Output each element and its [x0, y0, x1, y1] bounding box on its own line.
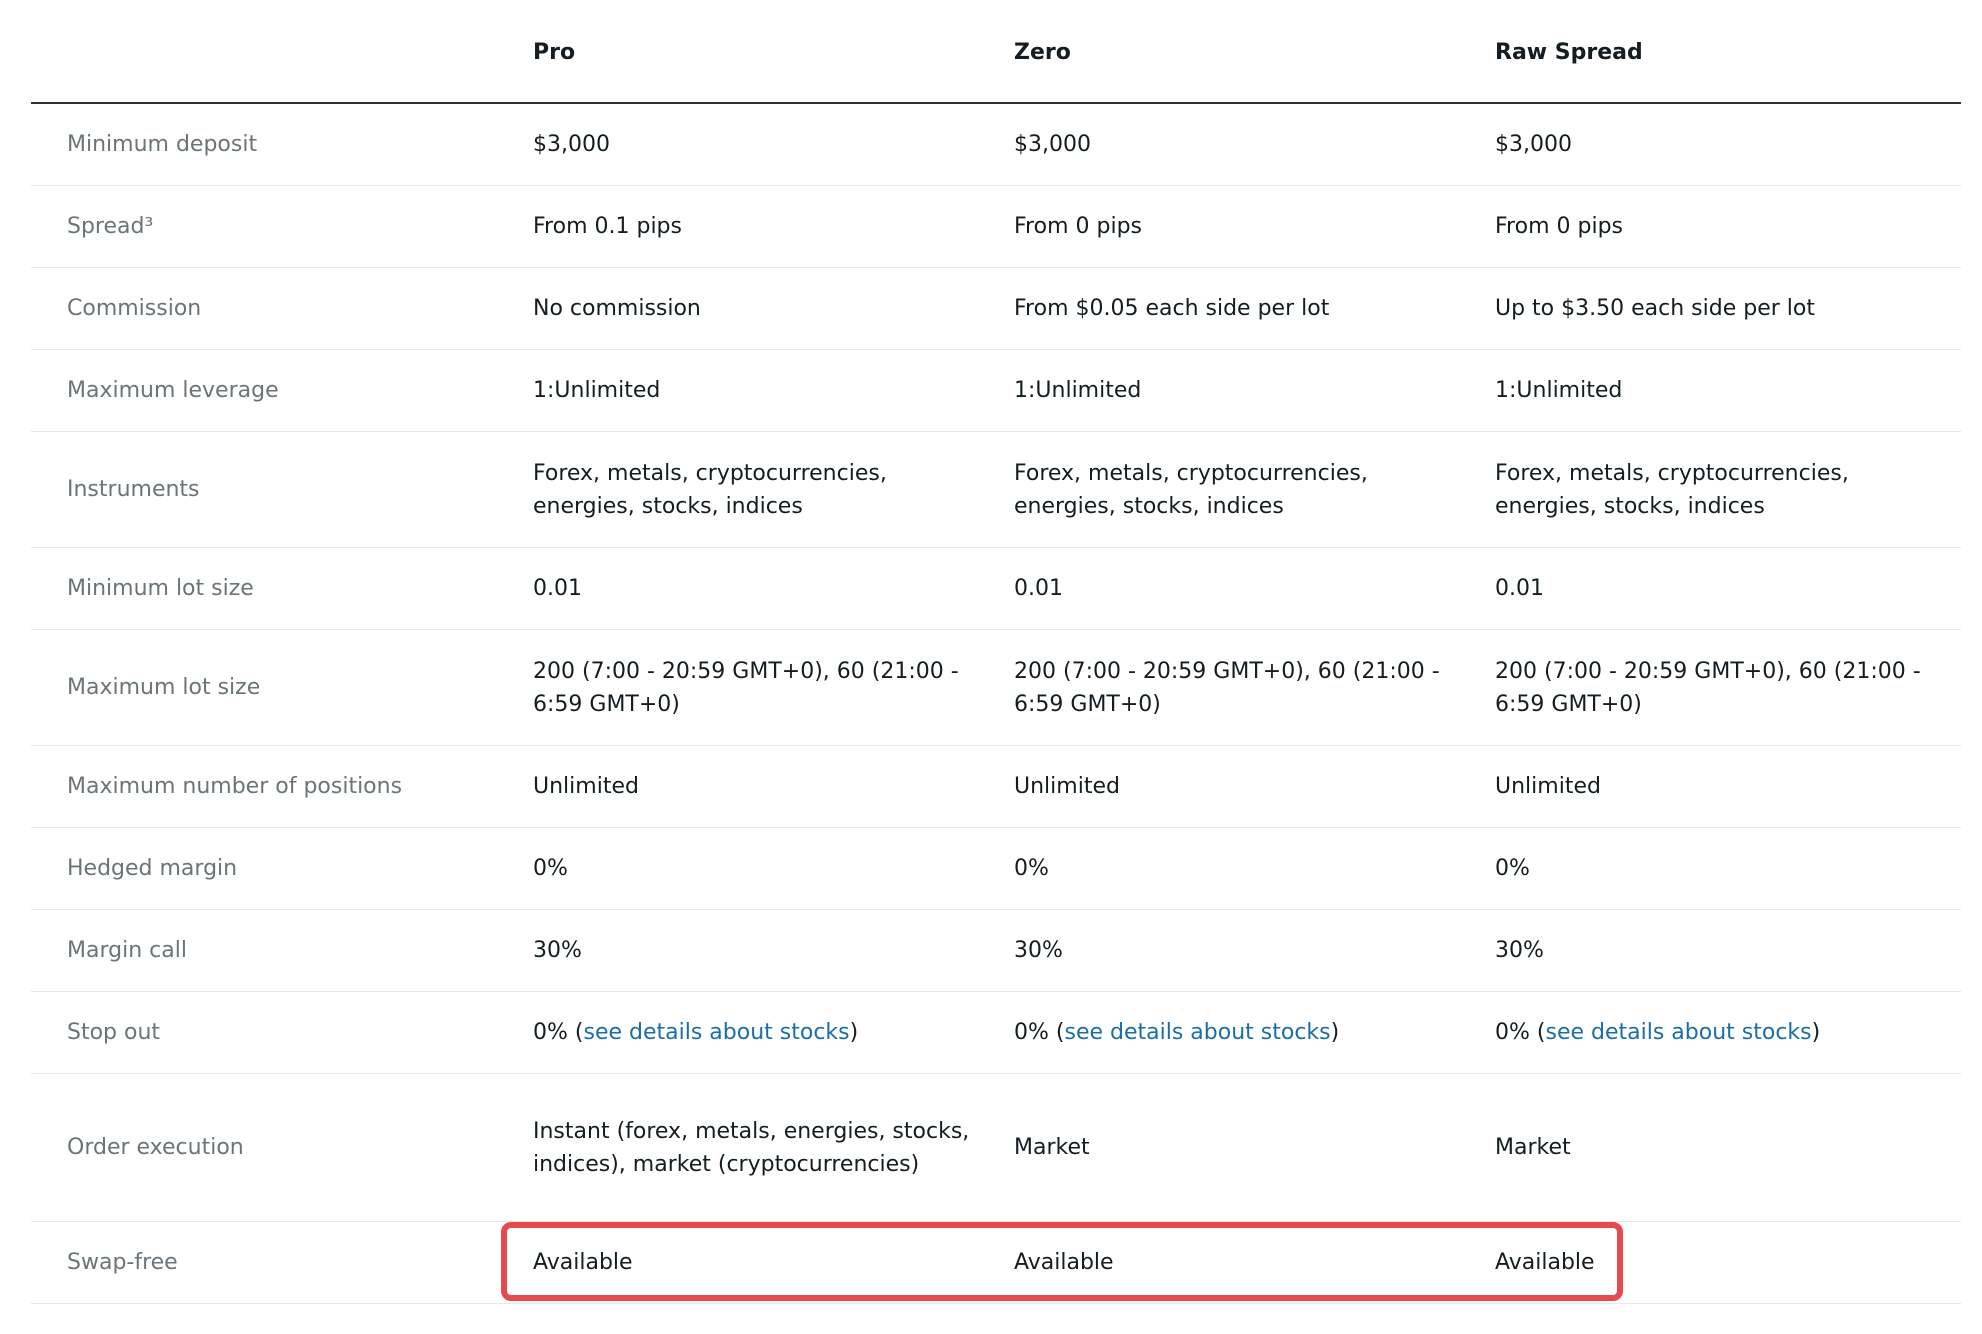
cell-zero: $3,000: [1014, 132, 1091, 157]
see-details-about-stocks-link[interactable]: see details about stocks: [583, 1020, 849, 1045]
cell-pro: Instant (forex, metals, energies, stocks…: [533, 1118, 970, 1177]
stop-out-prefix: 0% (: [1014, 1020, 1065, 1045]
cell-raw-spread: 30%: [1495, 938, 1544, 963]
table-row-margin-call: Margin call 30% 30% 30%: [31, 910, 1961, 992]
header-raw-spread: Raw Spread: [1495, 39, 1643, 65]
cell-raw-spread: 1:Unlimited: [1495, 378, 1623, 403]
stop-out-suffix: ): [1330, 1020, 1340, 1045]
cell-raw-spread: Forex, metals, cryptocurrencies, energie…: [1495, 460, 1849, 519]
stop-out-prefix: 0% (: [533, 1020, 584, 1045]
table-header-row: Pro Zero Raw Spread: [31, 0, 1961, 104]
cell-raw-spread: 200 (7:00 - 20:59 GMT+0), 60 (21:00 - 6:…: [1495, 658, 1921, 717]
row-label: Maximum number of positions: [67, 774, 403, 799]
cell-pro: Unlimited: [533, 774, 639, 799]
row-label: Maximum leverage: [67, 378, 279, 403]
account-comparison-table: Pro Zero Raw Spread Minimum deposit $3,0…: [31, 0, 1961, 1304]
table-row-commission: Commission No commission From $0.05 each…: [31, 268, 1961, 350]
cell-pro: Forex, metals, cryptocurrencies, energie…: [533, 460, 887, 519]
cell-pro: No commission: [533, 296, 701, 321]
row-label: Minimum deposit: [67, 132, 258, 157]
cell-zero: 30%: [1014, 938, 1063, 963]
cell-pro: 0%: [533, 856, 568, 881]
table-row-stop-out: Stop out 0% (see details about stocks) 0…: [31, 992, 1961, 1074]
row-label: Spread³: [67, 214, 154, 239]
row-label: Margin call: [67, 938, 187, 963]
cell-raw-spread: From 0 pips: [1495, 214, 1623, 239]
table-row-spread: Spread³ From 0.1 pips From 0 pips From 0…: [31, 186, 1961, 268]
table-row-order-execution: Order execution Instant (forex, metals, …: [31, 1074, 1961, 1222]
stop-out-suffix: ): [849, 1020, 859, 1045]
cell-zero: From $0.05 each side per lot: [1014, 296, 1330, 321]
stop-out-prefix: 0% (: [1495, 1020, 1546, 1045]
cell-zero: Available: [1014, 1250, 1114, 1275]
cell-zero: From 0 pips: [1014, 214, 1142, 239]
row-label: Hedged margin: [67, 856, 238, 881]
table-row-maximum-positions: Maximum number of positions Unlimited Un…: [31, 746, 1961, 828]
row-label: Swap-free: [67, 1250, 178, 1275]
header-pro: Pro: [533, 39, 576, 65]
cell-pro: $3,000: [533, 132, 610, 157]
cell-raw-spread: 0.01: [1495, 576, 1544, 601]
cell-pro: 200 (7:00 - 20:59 GMT+0), 60 (21:00 - 6:…: [533, 658, 959, 717]
cell-raw-spread: Unlimited: [1495, 774, 1601, 799]
cell-pro: 0.01: [533, 576, 582, 601]
cell-zero: Forex, metals, cryptocurrencies, energie…: [1014, 460, 1368, 519]
row-label: Maximum lot size: [67, 675, 261, 700]
stop-out-suffix: ): [1811, 1020, 1821, 1045]
cell-zero: 0.01: [1014, 576, 1063, 601]
table-row-minimum-deposit: Minimum deposit $3,000 $3,000 $3,000: [31, 104, 1961, 186]
cell-zero: 200 (7:00 - 20:59 GMT+0), 60 (21:00 - 6:…: [1014, 658, 1440, 717]
cell-zero: 0% (see details about stocks): [1014, 1016, 1495, 1049]
row-label: Commission: [67, 296, 202, 321]
see-details-about-stocks-link[interactable]: see details about stocks: [1545, 1020, 1811, 1045]
table-row-swap-free: Swap-free Available Available Available: [31, 1222, 1961, 1304]
table-row-maximum-lot-size: Maximum lot size 200 (7:00 - 20:59 GMT+0…: [31, 630, 1961, 746]
cell-raw-spread: Up to $3.50 each side per lot: [1495, 296, 1815, 321]
row-label: Minimum lot size: [67, 576, 254, 601]
row-label: Order execution: [67, 1135, 244, 1160]
row-label: Stop out: [67, 1020, 161, 1045]
cell-zero: Unlimited: [1014, 774, 1120, 799]
cell-raw-spread: Market: [1495, 1135, 1571, 1160]
header-zero: Zero: [1014, 39, 1071, 65]
cell-pro: 30%: [533, 938, 582, 963]
cell-pro: Available: [533, 1250, 633, 1275]
cell-raw-spread: Available: [1495, 1250, 1595, 1275]
cell-raw-spread: 0%: [1495, 856, 1530, 881]
header-empty-cell: [31, 50, 533, 52]
row-label: Instruments: [67, 477, 200, 502]
comparison-page: Pro Zero Raw Spread Minimum deposit $3,0…: [0, 0, 1982, 1334]
see-details-about-stocks-link[interactable]: see details about stocks: [1064, 1020, 1330, 1045]
cell-pro: 0% (see details about stocks): [533, 1016, 1014, 1049]
table-row-minimum-lot-size: Minimum lot size 0.01 0.01 0.01: [31, 548, 1961, 630]
cell-zero: 1:Unlimited: [1014, 378, 1142, 403]
cell-raw-spread: 0% (see details about stocks): [1495, 1016, 1961, 1049]
cell-pro: From 0.1 pips: [533, 214, 682, 239]
cell-raw-spread: $3,000: [1495, 132, 1572, 157]
table-row-instruments: Instruments Forex, metals, cryptocurrenc…: [31, 432, 1961, 548]
cell-zero: 0%: [1014, 856, 1049, 881]
cell-pro: 1:Unlimited: [533, 378, 661, 403]
table-row-hedged-margin: Hedged margin 0% 0% 0%: [31, 828, 1961, 910]
cell-zero: Market: [1014, 1135, 1090, 1160]
table-row-maximum-leverage: Maximum leverage 1:Unlimited 1:Unlimited…: [31, 350, 1961, 432]
